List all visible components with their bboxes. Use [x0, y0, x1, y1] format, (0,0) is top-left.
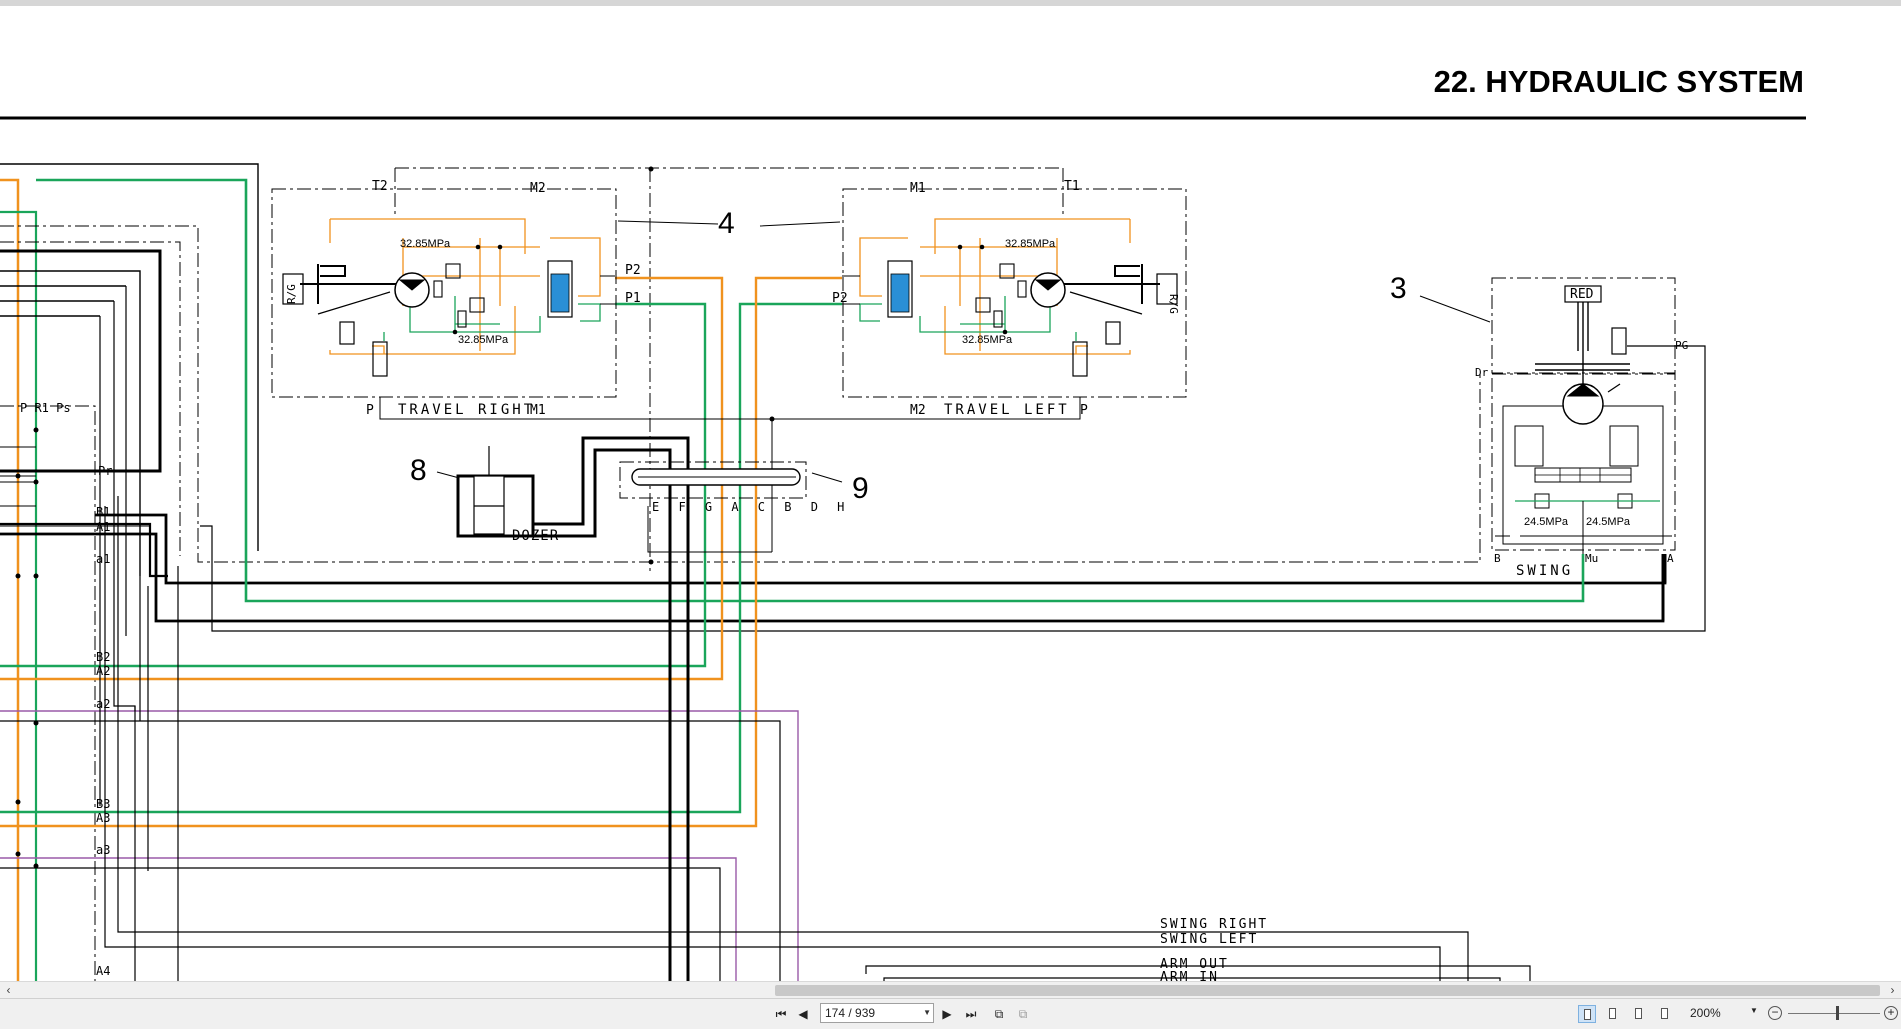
- pressure-label-tr-bottom: 32.85MPa: [458, 334, 509, 346]
- port-a2-small: a2: [96, 697, 110, 711]
- hydraulic-schematic: 22. HYDRAULIC SYSTEM 4 3 8 9 32.85MPa 32…: [0, 64, 1806, 981]
- pressure-label-swing-left: 24.5MPa: [1524, 516, 1569, 528]
- port-m1-left: M1: [910, 181, 926, 196]
- port-a3-small: a3: [96, 843, 110, 857]
- zoom-level[interactable]: 200%: [1690, 1006, 1721, 1020]
- swivel-port-letters: E F G A C B D H: [652, 500, 850, 514]
- facing-view-icon[interactable]: [1630, 1005, 1648, 1023]
- port-pg: PG: [1675, 339, 1688, 352]
- swing-right-label: SWING RIGHT: [1160, 917, 1268, 932]
- zoom-dropdown-icon[interactable]: ▼: [1750, 1006, 1758, 1015]
- continuous-view-icon[interactable]: [1604, 1005, 1622, 1023]
- scrollbar-thumb[interactable]: [775, 985, 1880, 996]
- arm-in-label: ARM IN: [1160, 970, 1219, 981]
- port-b-swing: B: [1494, 552, 1501, 565]
- zoom-out-icon[interactable]: −: [1768, 1006, 1782, 1020]
- port-mu: Mu: [1585, 552, 1598, 565]
- zoom-slider[interactable]: [1788, 1013, 1880, 1014]
- port-m2-right: M2: [530, 181, 546, 196]
- page-number-value: 174 / 939: [825, 1006, 876, 1020]
- continuous-facing-view-icon[interactable]: [1656, 1005, 1674, 1023]
- travel-right-label: TRAVEL RIGHT: [398, 402, 535, 418]
- scroll-right-icon[interactable]: ›: [1884, 982, 1901, 999]
- rg-label-right: R/G: [285, 284, 298, 304]
- pressure-label-tr-top: 32.85MPa: [400, 238, 451, 250]
- swing-left-label: SWING LEFT: [1160, 932, 1258, 947]
- callout-9: 9: [852, 472, 869, 505]
- port-b2: B2: [96, 650, 110, 664]
- last-page-icon[interactable]: ⏭: [962, 1005, 980, 1023]
- port-m2-left: M2: [910, 403, 926, 418]
- scroll-left-icon[interactable]: ‹: [0, 982, 17, 999]
- port-p2-left: P2: [832, 291, 848, 306]
- port-t2: T2: [372, 179, 388, 194]
- zoom-slider-handle[interactable]: [1836, 1006, 1839, 1020]
- section-title: 22. HYDRAULIC SYSTEM: [1434, 64, 1804, 99]
- port-a1: A1: [96, 520, 110, 534]
- swing-label: SWING: [1516, 563, 1573, 579]
- callout-8: 8: [410, 454, 427, 487]
- port-a-swing: A: [1667, 552, 1674, 565]
- next-view-icon[interactable]: ⧉: [1014, 1005, 1032, 1023]
- callout-4: 4: [718, 207, 735, 240]
- first-page-icon[interactable]: ⏮: [772, 1005, 790, 1023]
- port-a2: A2: [96, 664, 110, 678]
- pressure-label-tl-top: 32.85MPa: [1005, 238, 1056, 250]
- zoom-in-icon[interactable]: +: [1884, 1006, 1898, 1020]
- dozer-label: DOZER: [512, 528, 559, 544]
- pump-ports-label: P R1 Ps: [20, 401, 71, 415]
- horizontal-scrollbar[interactable]: ‹ ›: [0, 981, 1901, 999]
- next-page-icon[interactable]: ▶: [938, 1005, 956, 1023]
- previous-view-icon[interactable]: ⧉: [990, 1005, 1008, 1023]
- port-a1-small: a1: [96, 552, 110, 566]
- single-page-view-icon[interactable]: [1578, 1005, 1596, 1023]
- callout-3: 3: [1390, 272, 1407, 305]
- red-label: RED: [1570, 287, 1594, 302]
- port-pr: Pr: [98, 464, 112, 478]
- port-p-left: P: [1080, 403, 1088, 418]
- port-b1: B1: [96, 505, 110, 519]
- port-dr: Dr: [1475, 366, 1489, 379]
- port-p1-right: P1: [625, 291, 641, 306]
- port-t1: T1: [1064, 179, 1080, 194]
- port-p2-right: P2: [625, 263, 641, 278]
- chevron-down-icon[interactable]: ▼: [923, 1004, 931, 1022]
- status-bar: ⏮ ◀ 174 / 939 ▼ ▶ ⏭ ⧉ ⧉ 200% ▼ − +: [0, 998, 1901, 1029]
- port-a3: A3: [96, 811, 110, 825]
- rg-label-left: R/G: [1167, 294, 1180, 314]
- port-a4: A4: [96, 964, 110, 978]
- pressure-label-tl-bottom: 32.85MPa: [962, 334, 1013, 346]
- port-p-right: P: [366, 403, 374, 418]
- travel-left-label: TRAVEL LEFT: [944, 402, 1070, 418]
- page-number-field[interactable]: 174 / 939 ▼: [820, 1003, 934, 1023]
- previous-page-icon[interactable]: ◀: [794, 1005, 812, 1023]
- document-view[interactable]: 22. HYDRAULIC SYSTEM 4 3 8 9 32.85MPa 32…: [0, 6, 1901, 981]
- port-m1-right: M1: [530, 403, 546, 418]
- pressure-label-swing-right: 24.5MPa: [1586, 516, 1631, 528]
- port-b3: B3: [96, 797, 110, 811]
